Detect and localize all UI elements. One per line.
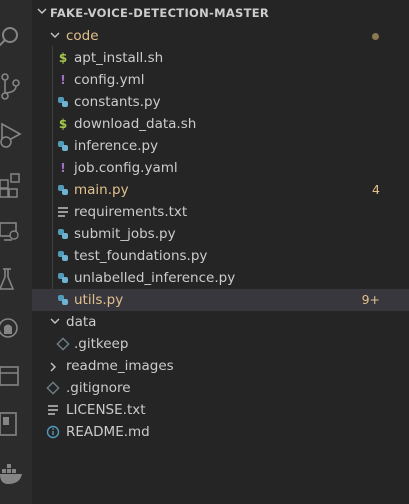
item-label: test_foundations.py [74,248,208,264]
workspace-title: FAKE-VOICE-DETECTION-MASTER [50,6,270,20]
file-item-job-config-yaml[interactable]: ! job.config.yaml [32,157,409,179]
run-debug-icon[interactable] [0,120,32,150]
yaml-icon: ! [60,73,66,87]
file-item-utils-py[interactable]: utils.py 9+ [32,289,409,311]
git-icon [56,333,70,355]
item-label: utils.py [74,292,124,308]
item-label: main.py [74,182,129,198]
shell-icon: $ [58,51,68,65]
file-item-apt-install-sh[interactable]: $ apt_install.sh [32,47,409,69]
activity-bar [0,0,32,504]
file-item-download-data-sh[interactable]: $ download_data.sh [32,113,409,135]
python-icon [56,135,70,157]
text-lines-icon [56,201,70,223]
git-icon [46,377,60,399]
python-icon [56,245,70,267]
info-icon [46,421,60,443]
docker-icon[interactable] [0,458,32,488]
item-label: .gitkeep [74,336,129,352]
item-label: download_data.sh [74,116,197,132]
github-icon[interactable] [0,314,32,344]
folder-item-code[interactable]: code [32,25,409,47]
chevron-down-icon [37,8,47,14]
file-item-config-yml[interactable]: ! config.yml [32,69,409,91]
file-item-test-foundations-py[interactable]: test_foundations.py [32,245,409,267]
item-label: inference.py [74,138,159,154]
remote-explorer-icon[interactable] [0,218,32,248]
file-item-inference-py[interactable]: inference.py [32,135,409,157]
item-label: constants.py [74,94,161,110]
text-lines-icon [46,399,60,421]
item-label: code [66,28,99,44]
file-item-requirements-txt[interactable]: requirements.txt [32,201,409,223]
python-icon [56,223,70,245]
item-label: requirements.txt [74,204,188,220]
chevron-down-icon[interactable] [50,318,60,328]
file-item-main-py[interactable]: main.py 4 [32,179,409,201]
file-item-unlabelled-inference-py[interactable]: unlabelled_inference.py [32,267,409,289]
chevron-right-icon[interactable] [50,362,60,372]
item-label: readme_images [66,358,174,374]
folder-item-readme-images[interactable]: readme_images [32,355,409,377]
explorer-header[interactable]: FAKE-VOICE-DETECTION-MASTER [32,0,409,26]
python-icon [56,267,70,289]
file-item-gitkeep[interactable]: .gitkeep [32,333,409,355]
item-label: .gitignore [66,380,131,396]
folder-item-data[interactable]: data [32,311,409,333]
file-item-license-txt[interactable]: LICENSE.txt [32,399,409,421]
item-label: LICENSE.txt [66,402,146,418]
explorer-panel: FAKE-VOICE-DETECTION-MASTER code $ apt_ins… [32,0,409,504]
file-item-submit-jobs-py[interactable]: submit_jobs.py [32,223,409,245]
modified-dot [372,33,379,40]
source-control-icon[interactable] [0,72,32,102]
extensions-icon[interactable] [0,170,32,200]
problem-count-badge: 4 [372,182,380,197]
file-item-readme-md[interactable]: README.md [32,421,409,443]
item-label: unlabelled_inference.py [74,270,236,286]
item-label: submit_jobs.py [74,226,176,242]
chevron-down-icon[interactable] [50,32,60,42]
python-icon [56,179,70,201]
item-label: apt_install.sh [74,50,164,66]
file-item-gitignore[interactable]: .gitignore [32,377,409,399]
panel-icon[interactable] [0,362,32,392]
search-icon[interactable] [0,22,32,52]
item-label: config.yml [74,72,145,88]
python-icon [56,289,70,311]
testing-icon[interactable] [0,266,32,296]
item-label: data [66,314,97,330]
yaml-icon: ! [60,161,66,175]
problem-count-badge: 9+ [361,292,380,307]
python-icon [56,91,70,113]
file-item-constants-py[interactable]: constants.py [32,91,409,113]
database-icon[interactable] [0,410,32,440]
shell-icon: $ [58,117,68,131]
item-label: job.config.yaml [74,160,178,176]
item-label: README.md [66,424,150,440]
